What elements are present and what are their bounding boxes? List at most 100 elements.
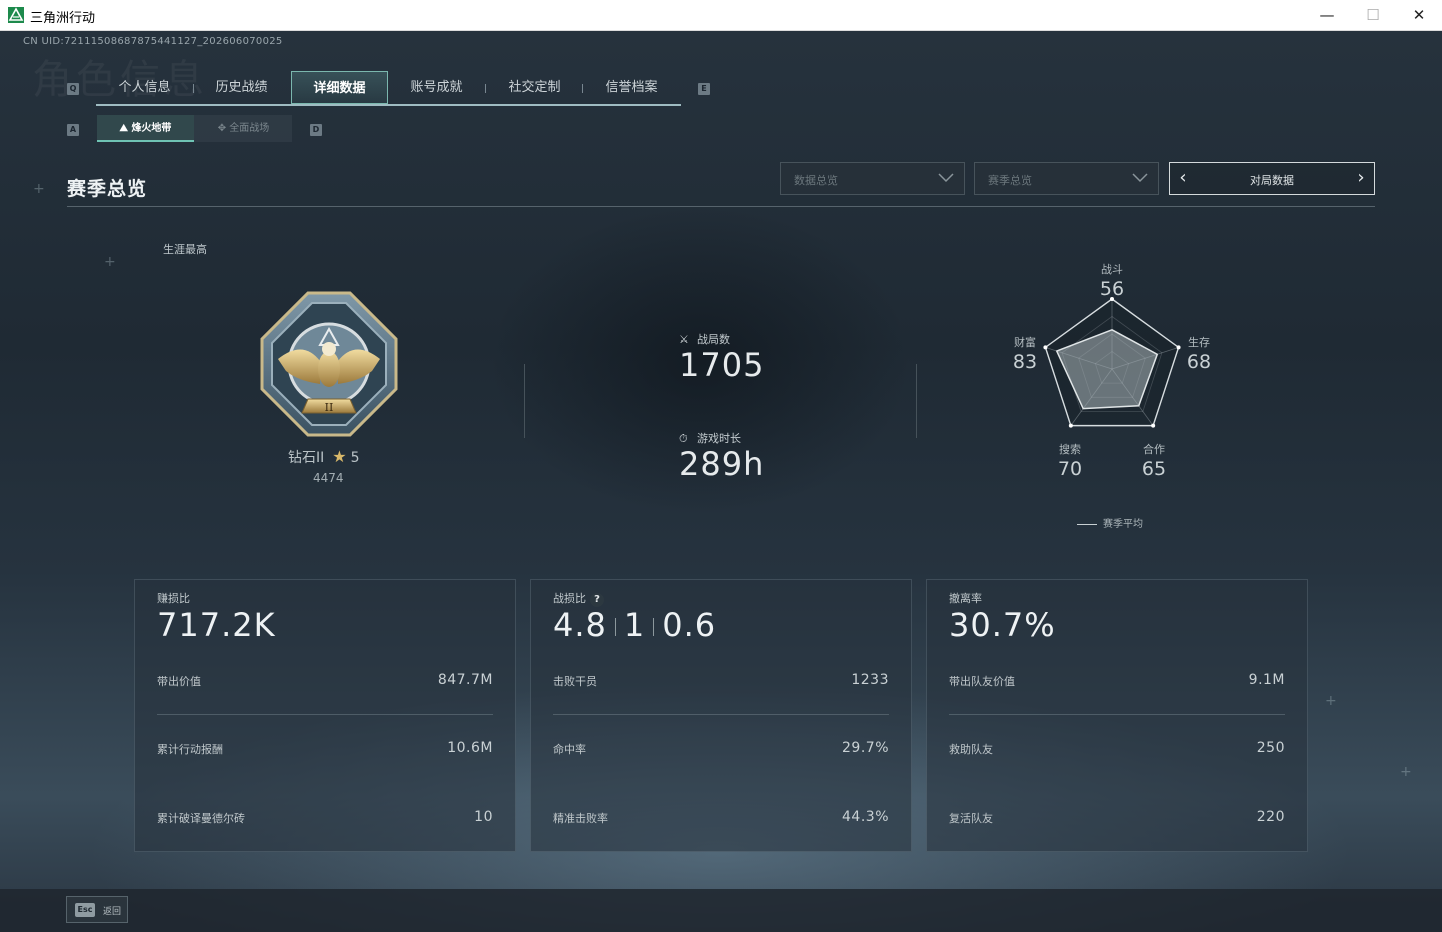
star-icon: ★ <box>332 447 347 466</box>
data-type-dropdown[interactable]: 数据总览 <box>780 162 965 195</box>
stat-row-value: 220 <box>1256 809 1285 825</box>
rank-badge-icon: II <box>260 291 398 437</box>
playtime-label-text: 游戏时长 <box>697 432 741 445</box>
legend-line <box>1077 523 1097 525</box>
card-label: 赚损比 <box>157 592 190 605</box>
decor-plus: + <box>104 254 116 270</box>
kd-value-ratio: 0.6 <box>662 606 717 644</box>
extraction-card: 撤离率 30.7% 带出队友价值 9.1M 救助队友 250 复活队友 220 <box>926 579 1308 852</box>
stat-row-label: 带出队友价值 <box>949 675 1015 688</box>
badge-numeral: II <box>325 401 334 414</box>
stat-row-value: 847.7M <box>437 672 493 688</box>
radar-value-combat: 56 <box>1099 278 1125 300</box>
kd-divider <box>653 618 655 636</box>
close-button[interactable]: ✕ <box>1396 0 1442 30</box>
warfare-mode-icon: ✥ <box>217 123 227 134</box>
radar-label-wealth: 财富 <box>1014 336 1036 349</box>
crossed-swords-icon: ⚔ <box>679 333 689 346</box>
kd-value-kills: 4.8 <box>553 606 607 644</box>
tab-social-customization[interactable]: 社交定制 <box>486 71 583 104</box>
back-button[interactable]: Esc 返回 <box>66 896 128 923</box>
back-label: 返回 <box>103 907 122 917</box>
help-icon[interactable]: ? <box>590 593 604 607</box>
row-divider <box>949 714 1285 715</box>
section-divider <box>67 206 1375 207</box>
kd-divider <box>614 618 616 636</box>
main-tabs: 个人信息 历史战绩 详细数据 账号成就 社交定制 信誉档案 <box>96 71 681 106</box>
profit-card: 赚损比 717.2K 带出价值 847.7M 累计行动报酬 10.6M 累计破译… <box>134 579 516 852</box>
tab-credit-record[interactable]: 信誉档案 <box>583 71 680 104</box>
tab-prev-key-hint[interactable]: Q <box>67 83 79 95</box>
stat-row-value: 1233 <box>851 672 889 688</box>
window-title: 三角洲行动 <box>30 11 96 26</box>
tab-next-key-hint[interactable]: E <box>698 83 710 95</box>
stat-row-value: 10 <box>474 809 493 825</box>
rank-score: 4474 <box>313 471 344 485</box>
chevron-down-icon <box>1132 173 1148 183</box>
rank-name: 钻石II <box>288 450 325 466</box>
playtime-label: ⏱ 游戏时长 <box>679 430 741 446</box>
subtab-operations[interactable]: ⛰ 烽火地带 <box>97 115 194 142</box>
window-titlebar: 三角洲行动 — ☐ ✕ <box>0 0 1442 31</box>
row-divider <box>553 714 889 715</box>
radar-label-search: 搜索 <box>1059 443 1081 456</box>
decor-plus: + <box>1325 693 1337 709</box>
radar-label-survival: 生存 <box>1188 336 1210 349</box>
stat-row-label: 带出价值 <box>157 675 201 688</box>
matches-label: ⚔ 战局数 <box>679 331 730 347</box>
maximize-button[interactable]: ☐ <box>1350 0 1396 30</box>
stat-row-label: 复活队友 <box>949 812 993 825</box>
season-dropdown[interactable]: 赛季总览 <box>974 162 1159 195</box>
radar-vertex-dot <box>1068 423 1073 428</box>
stat-row-value: 9.1M <box>1248 672 1285 688</box>
dropdown-value: 数据总览 <box>794 174 838 187</box>
vertical-divider <box>916 364 917 438</box>
player-uid: CN UID:72111508687875441127_202606070025 <box>23 36 283 47</box>
esc-key-icon: Esc <box>75 903 95 917</box>
tab-achievements[interactable]: 账号成就 <box>388 71 485 104</box>
row-divider <box>157 714 493 715</box>
kd-value-deaths: 1 <box>623 606 646 644</box>
stat-row-label: 精准击败率 <box>553 812 608 825</box>
bottom-bar: Esc 返回 <box>0 889 1442 932</box>
decor-plus: + <box>1400 764 1412 780</box>
career-best-label: 生涯最高 <box>163 243 207 256</box>
rank-line: 钻石II ★ 5 <box>288 447 360 467</box>
operations-mode-icon: ⛰ <box>119 123 128 134</box>
pager-prev-button[interactable]: ‹ <box>1172 163 1194 194</box>
pager-next-button[interactable]: › <box>1350 163 1372 194</box>
subtab-label: 全面战场 <box>229 123 270 134</box>
stat-row-label: 累计行动报酬 <box>157 743 223 756</box>
dropdown-value: 赛季总览 <box>988 174 1032 187</box>
subtab-label: 烽火地带 <box>131 123 172 134</box>
kd-values: 4.8 1 0.6 <box>553 606 716 644</box>
tab-match-history[interactable]: 历史战绩 <box>193 71 290 104</box>
card-label: 战损比? <box>553 590 604 607</box>
pager-label: 对局数据 <box>1250 174 1294 187</box>
section-title: 赛季总览 <box>67 178 148 200</box>
tab-personal-info[interactable]: 个人信息 <box>96 71 193 104</box>
mode-subtabs: ⛰ 烽火地带 ✥ 全面战场 <box>97 115 292 142</box>
subtab-next-key-hint[interactable]: D <box>310 124 322 136</box>
stat-row-value: 29.7% <box>842 740 889 756</box>
chevron-down-icon <box>938 173 954 183</box>
radar-label-combat: 战斗 <box>1101 263 1123 276</box>
radar-label-cooperation: 合作 <box>1143 443 1165 456</box>
stat-row-value: 10.6M <box>447 740 493 756</box>
radar-value-survival: 68 <box>1186 351 1212 373</box>
subtab-warfare[interactable]: ✥ 全面战场 <box>195 115 292 142</box>
matches-label-text: 战局数 <box>697 333 730 346</box>
game-viewport: 角色信息 CN UID:72111508687875441127_2026060… <box>0 31 1442 932</box>
card-main-value: 30.7% <box>949 606 1056 644</box>
kd-card: 战损比? 4.8 1 0.6 击败干员 1233 命中率 29.7% 精准击败率 4… <box>530 579 912 852</box>
stat-row-value: 250 <box>1256 740 1285 756</box>
card-label-text: 战损比 <box>553 592 586 605</box>
matches-value: 1705 <box>679 346 765 384</box>
radar-value-wealth: 83 <box>1012 351 1038 373</box>
minimize-button[interactable]: — <box>1304 0 1350 30</box>
tab-detailed-data[interactable]: 详细数据 <box>291 71 388 104</box>
stopwatch-icon: ⏱ <box>679 432 688 445</box>
subtab-prev-key-hint[interactable]: A <box>67 124 79 136</box>
stat-row-label: 击败干员 <box>553 675 597 688</box>
stat-row-label: 累计破译曼德尔砖 <box>157 812 245 825</box>
